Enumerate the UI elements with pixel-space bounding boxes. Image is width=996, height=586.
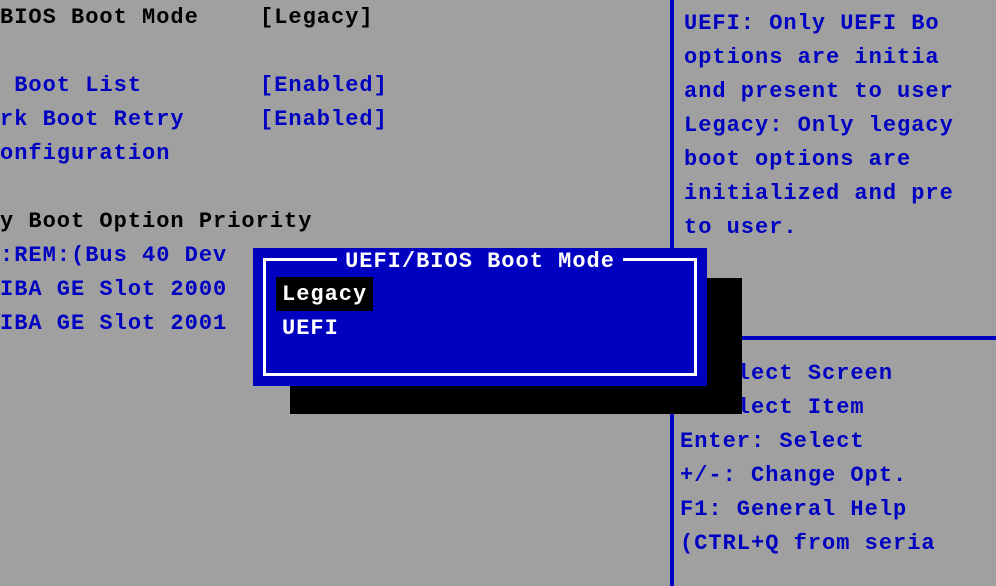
popup-title: UEFI/BIOS Boot Mode bbox=[337, 249, 623, 274]
blank-row bbox=[0, 170, 670, 204]
boot-priority-header: y Boot Option Priority bbox=[0, 204, 670, 238]
setting-boot-mode[interactable]: BIOS Boot Mode [Legacy] bbox=[0, 0, 670, 34]
setting-value: [Enabled] bbox=[260, 73, 388, 98]
help-text-line: options are initia bbox=[684, 40, 988, 74]
setting-boot-retry[interactable]: rk Boot Retry [Enabled] bbox=[0, 102, 670, 136]
popup-title-wrap: UEFI/BIOS Boot Mode bbox=[266, 249, 694, 274]
help-text-line: to user. bbox=[684, 210, 988, 244]
key-help-line: Enter: Select bbox=[680, 424, 988, 458]
key-help-line: (CTRL+Q from seria bbox=[680, 526, 988, 560]
popup-option-legacy[interactable]: Legacy bbox=[276, 277, 373, 311]
key-help-line: F1: General Help bbox=[680, 492, 988, 526]
boot-mode-popup: UEFI/BIOS Boot Mode Legacy UEFI bbox=[253, 248, 707, 386]
setting-label: onfiguration bbox=[0, 141, 260, 166]
setting-label: rk Boot Retry bbox=[0, 107, 260, 132]
setconfig'[interactable]: onfiguration bbox=[0, 136, 670, 170]
setting-label: BIOS Boot Mode bbox=[0, 5, 260, 30]
help-text-line: and present to user bbox=[684, 74, 988, 108]
setting-value: [Enabled] bbox=[260, 107, 388, 132]
help-text-line: initialized and pre bbox=[684, 176, 988, 210]
help-text-line: boot options are bbox=[684, 142, 988, 176]
setting-label: Boot List bbox=[0, 73, 260, 98]
key-help-line: +/-: Change Opt. bbox=[680, 458, 988, 492]
popup-option-uefi[interactable]: UEFI bbox=[276, 311, 684, 345]
help-text-line: UEFI: Only UEFI Bo bbox=[684, 6, 988, 40]
setting-boot-list[interactable]: Boot List [Enabled] bbox=[0, 68, 670, 102]
help-text-line: Legacy: Only legacy bbox=[684, 108, 988, 142]
blank-row bbox=[0, 34, 670, 68]
setting-value: [Legacy] bbox=[260, 5, 374, 30]
popup-border: UEFI/BIOS Boot Mode Legacy UEFI bbox=[263, 258, 697, 376]
